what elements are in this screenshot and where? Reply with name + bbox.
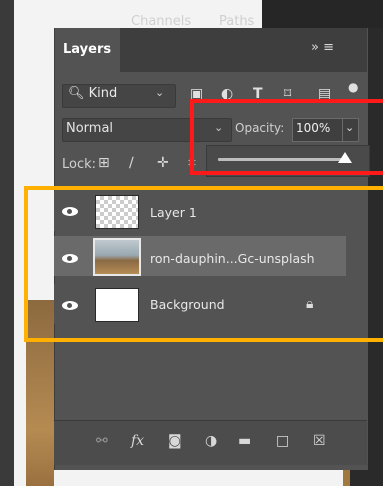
annotation-orange-edge	[355, 338, 383, 342]
lock-label: Lock:	[62, 157, 97, 172]
filter-kind-label: 🔍︎ Kind	[68, 86, 117, 101]
lock-transparent-icon[interactable]: ⊞	[98, 155, 110, 171]
search-icon: 🔍︎	[68, 86, 85, 101]
tab-layers-label: Layers	[63, 42, 112, 57]
lock-position-icon[interactable]: ✛	[157, 155, 169, 171]
blend-mode-value: Normal	[66, 121, 114, 136]
tab-paths[interactable]: Paths	[219, 14, 254, 29]
trash-icon[interactable]: ☒	[313, 433, 326, 449]
annotation-red-edge	[350, 171, 383, 175]
mask-icon[interactable]: ◙	[168, 433, 182, 449]
app-frame-top	[262, 0, 383, 28]
tab-layers[interactable]: Layers	[55, 28, 120, 72]
panel-menu-icon[interactable]: » ≡	[311, 40, 334, 55]
new-layer-icon[interactable]: □	[276, 433, 289, 449]
adjustment-icon[interactable]: ◑	[205, 433, 217, 449]
fx-icon[interactable]: fx	[131, 433, 144, 449]
filter-kind-text: Kind	[88, 86, 118, 101]
chevron-down-icon: ⌄	[155, 86, 165, 99]
folder-icon[interactable]: ▬	[238, 433, 251, 449]
filter-toggle-icon[interactable]: ●	[348, 80, 358, 94]
canvas-edge	[0, 0, 14, 486]
annotation-orange-highlight	[24, 186, 383, 342]
annotation-orange-edge	[355, 186, 383, 190]
tab-channels[interactable]: Channels	[131, 14, 191, 29]
annotation-red-edge	[350, 99, 383, 103]
annotation-red-highlight	[190, 99, 377, 175]
lock-image-icon[interactable]: ∕	[129, 155, 134, 171]
link-icon[interactable]: ⚯	[96, 433, 108, 449]
